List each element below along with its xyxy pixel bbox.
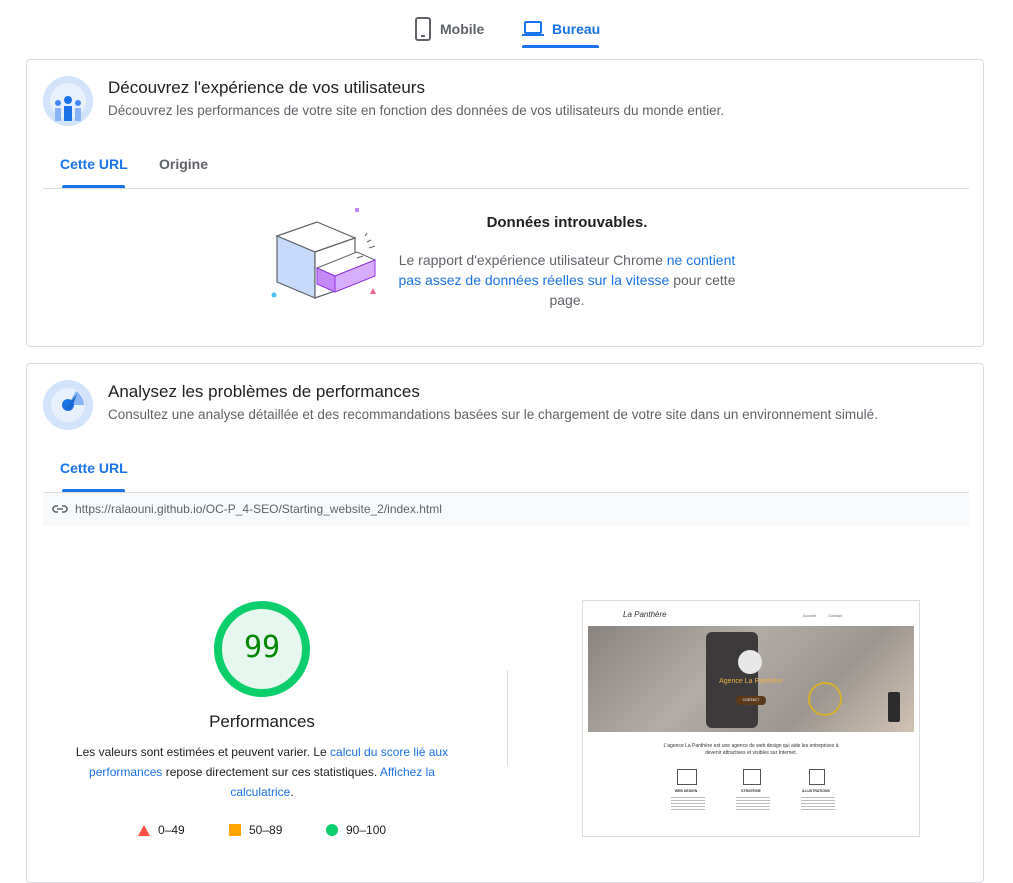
phone-icon xyxy=(415,17,431,41)
tab-mobile[interactable]: Mobile xyxy=(414,10,484,48)
green-circle-icon xyxy=(326,824,338,836)
field-tabs-divider xyxy=(43,188,969,189)
thumb-intro: L'agence La Panthère est une agence de w… xyxy=(663,743,839,756)
desc-text-3: . xyxy=(290,785,294,799)
thumb-cta: CONTACT xyxy=(736,696,766,705)
tab-mobile-label: Mobile xyxy=(440,21,485,37)
users-icon xyxy=(43,76,93,126)
page-screenshot: La Panthère Accueil Contact Agence La Pa… xyxy=(582,600,920,837)
red-triangle-icon xyxy=(138,824,150,836)
thumb-hero: Agence La Panthère CONTACT xyxy=(588,626,914,732)
score-label: Performances xyxy=(209,712,315,731)
field-data-card: Découvrez l'expérience de vos utilisateu… xyxy=(26,59,984,347)
no-data-title: Données introuvables. xyxy=(486,214,648,231)
thumb-service-2: STRATÉGIE xyxy=(741,789,761,793)
thumb-nav-contact: Contact xyxy=(828,613,842,618)
no-data-message: Le rapport d'expérience utilisateur Chro… xyxy=(391,250,743,310)
legend-fail-range: 0–49 xyxy=(158,823,185,837)
vertical-divider xyxy=(507,670,508,766)
tab-this-url[interactable]: Cette URL xyxy=(60,156,128,172)
lab-data-card: Analysez les problèmes de performances C… xyxy=(26,363,984,883)
url-bar: https://ralaouni.github.io/OC-P_4-SEO/St… xyxy=(43,493,969,526)
tab-desktop-label: Bureau xyxy=(552,21,601,37)
tab-lab-this-url[interactable]: Cette URL xyxy=(60,460,128,476)
legend-pass: 90–100 xyxy=(326,823,386,837)
tab-desktop[interactable]: Bureau xyxy=(522,10,600,48)
thumb-service-1: WEB DESIGN xyxy=(674,789,698,793)
field-card-title: Découvrez l'expérience de vos utilisateu… xyxy=(108,78,425,97)
link-icon xyxy=(52,505,68,513)
lab-card-subtitle: Consultez une analyse détaillée et des r… xyxy=(108,407,878,422)
legend-pass-range: 90–100 xyxy=(346,823,387,837)
legend-fail: 0–49 xyxy=(138,823,185,837)
thumb-hero-title: Agence La Panthère xyxy=(719,678,783,685)
desc-text-2: repose directement sur ces statistiques. xyxy=(162,765,380,779)
tab-origin[interactable]: Origine xyxy=(159,156,208,172)
legend-average-range: 50–89 xyxy=(249,823,283,837)
orange-square-icon xyxy=(229,824,241,836)
thumb-logo: La Panthère xyxy=(623,610,667,619)
no-data-text-1: Le rapport d'expérience utilisateur Chro… xyxy=(398,252,667,268)
score-value: 99 xyxy=(243,630,281,665)
lab-card-title: Analysez les problèmes de performances xyxy=(108,382,420,401)
laptop-icon xyxy=(522,21,544,36)
url-text[interactable]: https://ralaouni.github.io/OC-P_4-SEO/St… xyxy=(75,502,442,516)
device-tab-indicator xyxy=(522,45,599,48)
score-description: Les valeurs sont estimées et peuvent var… xyxy=(67,742,457,802)
legend-average: 50–89 xyxy=(229,823,282,837)
field-card-subtitle: Découvrez les performances de votre site… xyxy=(108,103,725,118)
empty-drawer-illustration xyxy=(271,208,377,299)
thumb-service-3: ILLUSTRATIONS xyxy=(802,789,830,793)
thumb-nav-home: Accueil xyxy=(803,613,816,618)
desc-text-1: Les valeurs sont estimées et peuvent var… xyxy=(75,745,331,759)
lighthouse-compass-icon xyxy=(43,380,93,430)
